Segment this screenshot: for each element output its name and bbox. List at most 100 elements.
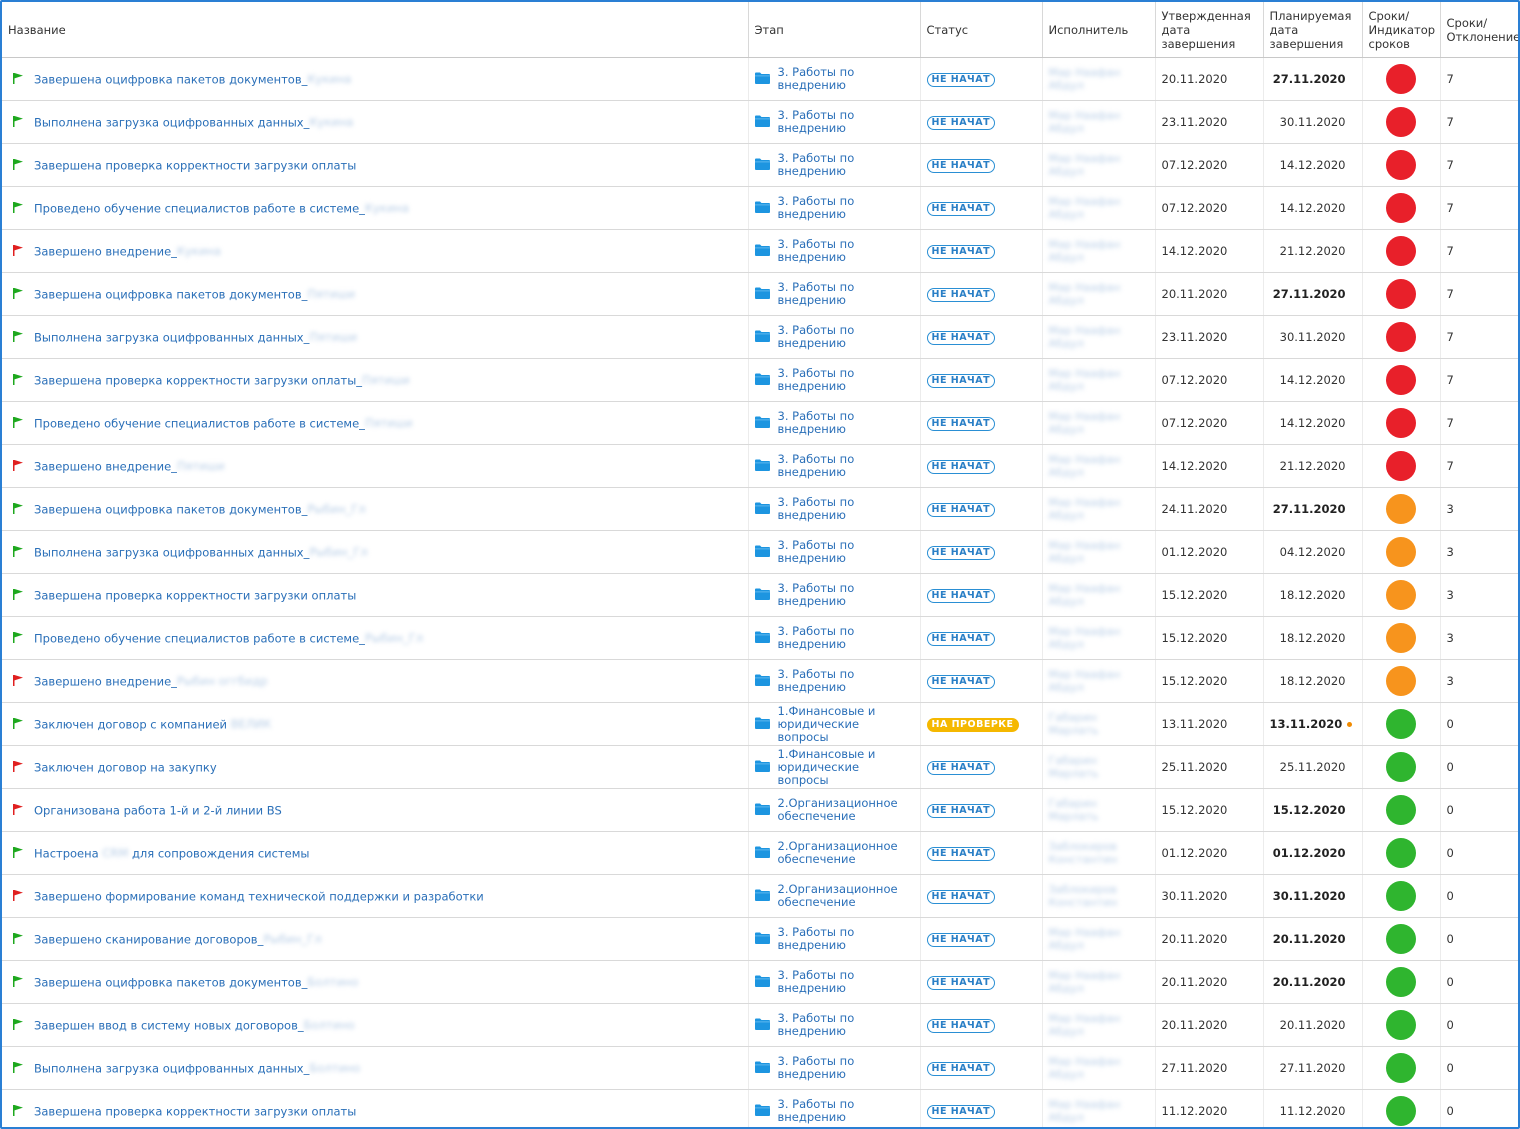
task-name-link[interactable]: Настроена CRM для сопровождения системы [34,846,309,860]
stage-link[interactable]: 3. Работы по внедрению [778,109,914,135]
stage-link[interactable]: 1.Финансовые и юридические вопросы [778,747,914,787]
stage-link[interactable]: 3. Работы по внедрению [778,1055,914,1081]
executor-name[interactable]: Мар Наафан Абдул [1049,453,1149,479]
task-name-link[interactable]: Выполнена загрузка оцифрованных данных_Р… [34,545,368,559]
stage-link[interactable]: 2.Организационное обеспечение [778,840,914,866]
task-name-link[interactable]: Завершено внедрение_Пятиши [34,459,225,473]
executor-name[interactable]: Мар Наафан Абдул [1049,926,1149,952]
stage-link[interactable]: 3. Работы по внедрению [778,453,914,479]
table-row[interactable]: Завершена проверка корректности загрузки… [2,143,1518,187]
executor-name[interactable]: Мар Наафан Абдул [1049,582,1149,608]
table-row[interactable]: Настроена CRM для сопровождения системы 2… [2,831,1518,875]
executor-name[interactable]: Мар Наафан Абдул [1049,1055,1149,1081]
executor-name[interactable]: Мар Наафан Абдул [1049,195,1149,221]
executor-name[interactable]: Мар Наафан Абдул [1049,625,1149,651]
task-name-link[interactable]: Проведено обучение специалистов работе в… [34,201,409,215]
table-row[interactable]: Проведено обучение специалистов работе в… [2,401,1518,445]
executor-name[interactable]: Мар Наафан Абдул [1049,109,1149,135]
task-name-link[interactable]: Завершена оцифровка пакетов документов_К… [34,72,351,86]
task-name-link[interactable]: Выполнена загрузка оцифрованных данных_К… [34,115,353,129]
table-row[interactable]: Завершена проверка корректности загрузки… [2,358,1518,402]
task-name-link[interactable]: Завершен ввод в систему новых договоров_… [34,1018,355,1032]
column-header-indicator[interactable]: Сроки/ Индикатор сроков [1362,2,1441,58]
executor-name[interactable]: Мар Наафан Абдул [1049,969,1149,995]
table-row[interactable]: Завершена проверка корректности загрузки… [2,573,1518,617]
table-row[interactable]: Выполнена загрузка оцифрованных данных_Б… [2,1046,1518,1090]
column-header-name[interactable]: Название [2,2,749,58]
task-name-link[interactable]: Выполнена загрузка оцифрованных данных_Б… [34,1061,360,1075]
stage-link[interactable]: 3. Работы по внедрению [778,969,914,995]
table-row[interactable]: Проведено обучение специалистов работе в… [2,616,1518,660]
task-name-link[interactable]: Заключен договор с компанией ВЕЛИК [34,717,271,731]
executor-name[interactable]: Заблокиров Константин [1049,840,1149,866]
column-header-planned-date[interactable]: Планируемая дата завершения [1263,2,1363,58]
executor-name[interactable]: Мар Наафан Абдул [1049,66,1149,92]
stage-link[interactable]: 3. Работы по внедрению [778,625,914,651]
task-name-link[interactable]: Завершена проверка корректности загрузки… [34,1104,356,1118]
stage-link[interactable]: 2.Организационное обеспечение [778,883,914,909]
executor-name[interactable]: Габарин Марлать [1049,711,1149,737]
stage-link[interactable]: 3. Работы по внедрению [778,1098,914,1124]
table-row[interactable]: Завершена оцифровка пакетов документов_Р… [2,487,1518,531]
executor-name[interactable]: Мар Наафан Абдул [1049,410,1149,436]
task-name-link[interactable]: Завершена оцифровка пакетов документов_Р… [34,502,366,516]
table-row[interactable]: Завершено формирование команд техническо… [2,874,1518,918]
table-row[interactable]: Организована работа 1-й и 2-й линии BS 2.… [2,788,1518,832]
task-name-link[interactable]: Завершена оцифровка пакетов документов_П… [34,287,355,301]
stage-link[interactable]: 3. Работы по внедрению [778,1012,914,1038]
executor-name[interactable]: Мар Наафан Абдул [1049,238,1149,264]
table-row[interactable]: Завершена оцифровка пакетов документов_П… [2,272,1518,316]
task-name-link[interactable]: Завершена оцифровка пакетов документов_Б… [34,975,358,989]
executor-name[interactable]: Мар Наафан Абдул [1049,152,1149,178]
stage-link[interactable]: 3. Работы по внедрению [778,410,914,436]
column-header-deviation[interactable]: Сроки/ Отклонение [1440,2,1518,58]
stage-link[interactable]: 3. Работы по внедрению [778,539,914,565]
task-name-link[interactable]: Заключен договор на закупку [34,760,217,774]
executor-name[interactable]: Габарин Марлать [1049,754,1149,780]
stage-link[interactable]: 3. Работы по внедрению [778,152,914,178]
table-row[interactable]: Завершен ввод в систему новых договоров_… [2,1003,1518,1047]
task-name-link[interactable]: Проведено обучение специалистов работе в… [34,631,423,645]
executor-name[interactable]: Мар Наафан Абдул [1049,324,1149,350]
task-name-link[interactable]: Завершено внедрение_Рыбин оггбидр [34,674,268,688]
stage-link[interactable]: 3. Работы по внедрению [778,926,914,952]
executor-name[interactable]: Мар Наафан Абдул [1049,281,1149,307]
table-row[interactable]: Завершена проверка корректности загрузки… [2,1089,1518,1127]
stage-link[interactable]: 3. Работы по внедрению [778,324,914,350]
table-row[interactable]: Завершено внедрение_Кукина 3. Работы по в… [2,229,1518,273]
table-row[interactable]: Заключен договор с компанией ВЕЛИК 1.Фина… [2,702,1518,746]
task-name-link[interactable]: Завершено внедрение_Кукина [34,244,221,258]
executor-name[interactable]: Мар Наафан Абдул [1049,367,1149,393]
stage-link[interactable]: 1.Финансовые и юридические вопросы [778,704,914,744]
task-name-link[interactable]: Завершена проверка корректности загрузки… [34,588,356,602]
executor-name[interactable]: Мар Наафан Абдул [1049,1012,1149,1038]
stage-link[interactable]: 3. Работы по внедрению [778,496,914,522]
table-row[interactable]: Завершено сканирование договоров_Рыбин_Г… [2,917,1518,961]
executor-name[interactable]: Габарин Марлать [1049,797,1149,823]
table-row[interactable]: Заключен договор на закупку 1.Финансовые … [2,745,1518,789]
task-name-link[interactable]: Завершено формирование команд техническо… [34,889,484,903]
column-header-approved-date[interactable]: Утвержденная дата завершения [1155,2,1264,58]
executor-name[interactable]: Мар Наафан Абдул [1049,539,1149,565]
column-header-executor[interactable]: Исполнитель [1042,2,1156,58]
stage-link[interactable]: 3. Работы по внедрению [778,281,914,307]
table-row[interactable]: Завершено внедрение_Рыбин оггбидр 3. Рабо… [2,659,1518,703]
stage-link[interactable]: 3. Работы по внедрению [778,195,914,221]
table-row[interactable]: Завершена оцифровка пакетов документов_Б… [2,960,1518,1004]
stage-link[interactable]: 3. Работы по внедрению [778,582,914,608]
table-row[interactable]: Выполнена загрузка оцифрованных данных_Р… [2,530,1518,574]
table-row[interactable]: Завершено внедрение_Пятиши 3. Работы по в… [2,444,1518,488]
task-name-link[interactable]: Организована работа 1-й и 2-й линии BS [34,803,282,817]
executor-name[interactable]: Мар Наафан Абдул [1049,1098,1149,1124]
stage-link[interactable]: 3. Работы по внедрению [778,367,914,393]
stage-link[interactable]: 3. Работы по внедрению [778,668,914,694]
executor-name[interactable]: Мар Наафан Абдул [1049,668,1149,694]
column-header-status[interactable]: Статус [920,2,1043,58]
stage-link[interactable]: 3. Работы по внедрению [778,66,914,92]
table-row[interactable]: Проведено обучение специалистов работе в… [2,186,1518,230]
task-name-link[interactable]: Завершена проверка корректности загрузки… [34,373,410,387]
executor-name[interactable]: Заблокиров Константин [1049,883,1149,909]
column-header-stage[interactable]: Этап [748,2,921,58]
table-row[interactable]: Выполнена загрузка оцифрованных данных_К… [2,100,1518,144]
table-row[interactable]: Завершена оцифровка пакетов документов_К… [2,57,1518,101]
